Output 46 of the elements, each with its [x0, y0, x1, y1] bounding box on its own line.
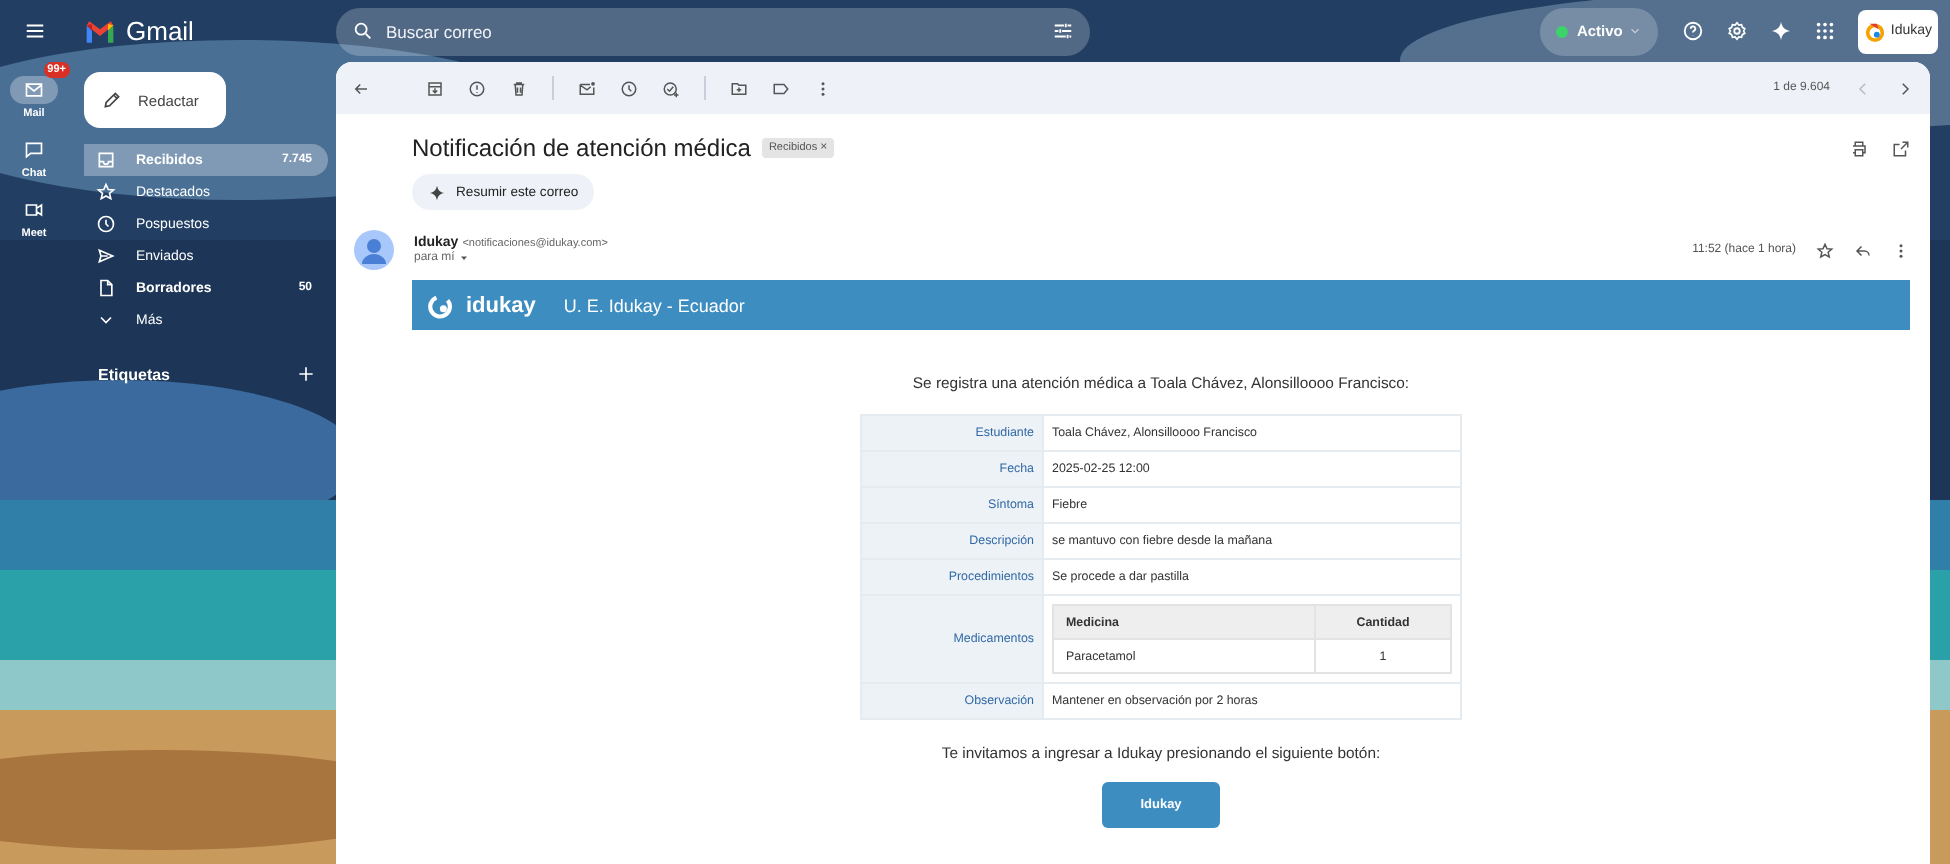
menu-icon[interactable]: [23, 20, 45, 42]
video-camera-icon: [24, 200, 44, 220]
search-bar[interactable]: Buscar correo: [336, 7, 1090, 55]
email-subject: Notificación de atención médica: [412, 134, 751, 162]
caret-icon: [458, 252, 471, 264]
star-icon[interactable]: [1816, 241, 1834, 259]
swirl-logo-icon: [1864, 20, 1887, 42]
pencil-icon: [102, 90, 122, 110]
filter-sliders-icon[interactable]: [1052, 20, 1074, 42]
settings-icon[interactable]: [1726, 20, 1749, 42]
sparkle-icon[interactable]: [1770, 20, 1793, 42]
inbox-icon: [96, 150, 116, 170]
label-icon[interactable]: [772, 79, 790, 97]
archive-icon[interactable]: [426, 79, 444, 97]
envelope-logo-icon: [84, 19, 116, 43]
search-field[interactable]: Buscar correo: [386, 21, 1040, 41]
star-icon: [96, 182, 116, 202]
chevron-right-icon[interactable]: [1896, 79, 1914, 97]
avatar-icon: [354, 230, 394, 270]
chat-icon: [24, 140, 44, 160]
chevron-icon: [1628, 24, 1643, 38]
clock-icon: [96, 214, 116, 234]
add-task-icon[interactable]: [662, 79, 680, 97]
delete-icon[interactable]: [510, 79, 528, 97]
clock-icon[interactable]: [620, 79, 638, 97]
new-window-icon[interactable]: [1892, 139, 1910, 157]
app-name: Gmail: [126, 16, 194, 46]
print-icon[interactable]: [1850, 139, 1868, 157]
send-icon: [96, 246, 116, 266]
section-heading: Etiquetas: [98, 365, 171, 383]
document-icon: [96, 278, 116, 298]
alert-icon[interactable]: [468, 79, 486, 97]
search-icon[interactable]: [352, 20, 374, 42]
swirl-logo-icon: [428, 291, 456, 319]
rail-button[interactable]: [10, 76, 58, 104]
back-arrow-icon[interactable]: [352, 79, 370, 97]
brand-name: idukay: [466, 293, 536, 317]
mail-dot-icon[interactable]: [578, 79, 596, 97]
banner-title: U. E. Idukay - Ecuador: [563, 295, 745, 315]
plus-icon[interactable]: [296, 364, 316, 384]
mail-icon: [24, 80, 44, 100]
reply-icon[interactable]: [1854, 241, 1872, 259]
help-icon[interactable]: [1682, 20, 1705, 42]
folder-icon[interactable]: [730, 79, 748, 97]
sparkle-icon: [428, 183, 446, 201]
apps-grid-icon[interactable]: [1814, 20, 1837, 42]
